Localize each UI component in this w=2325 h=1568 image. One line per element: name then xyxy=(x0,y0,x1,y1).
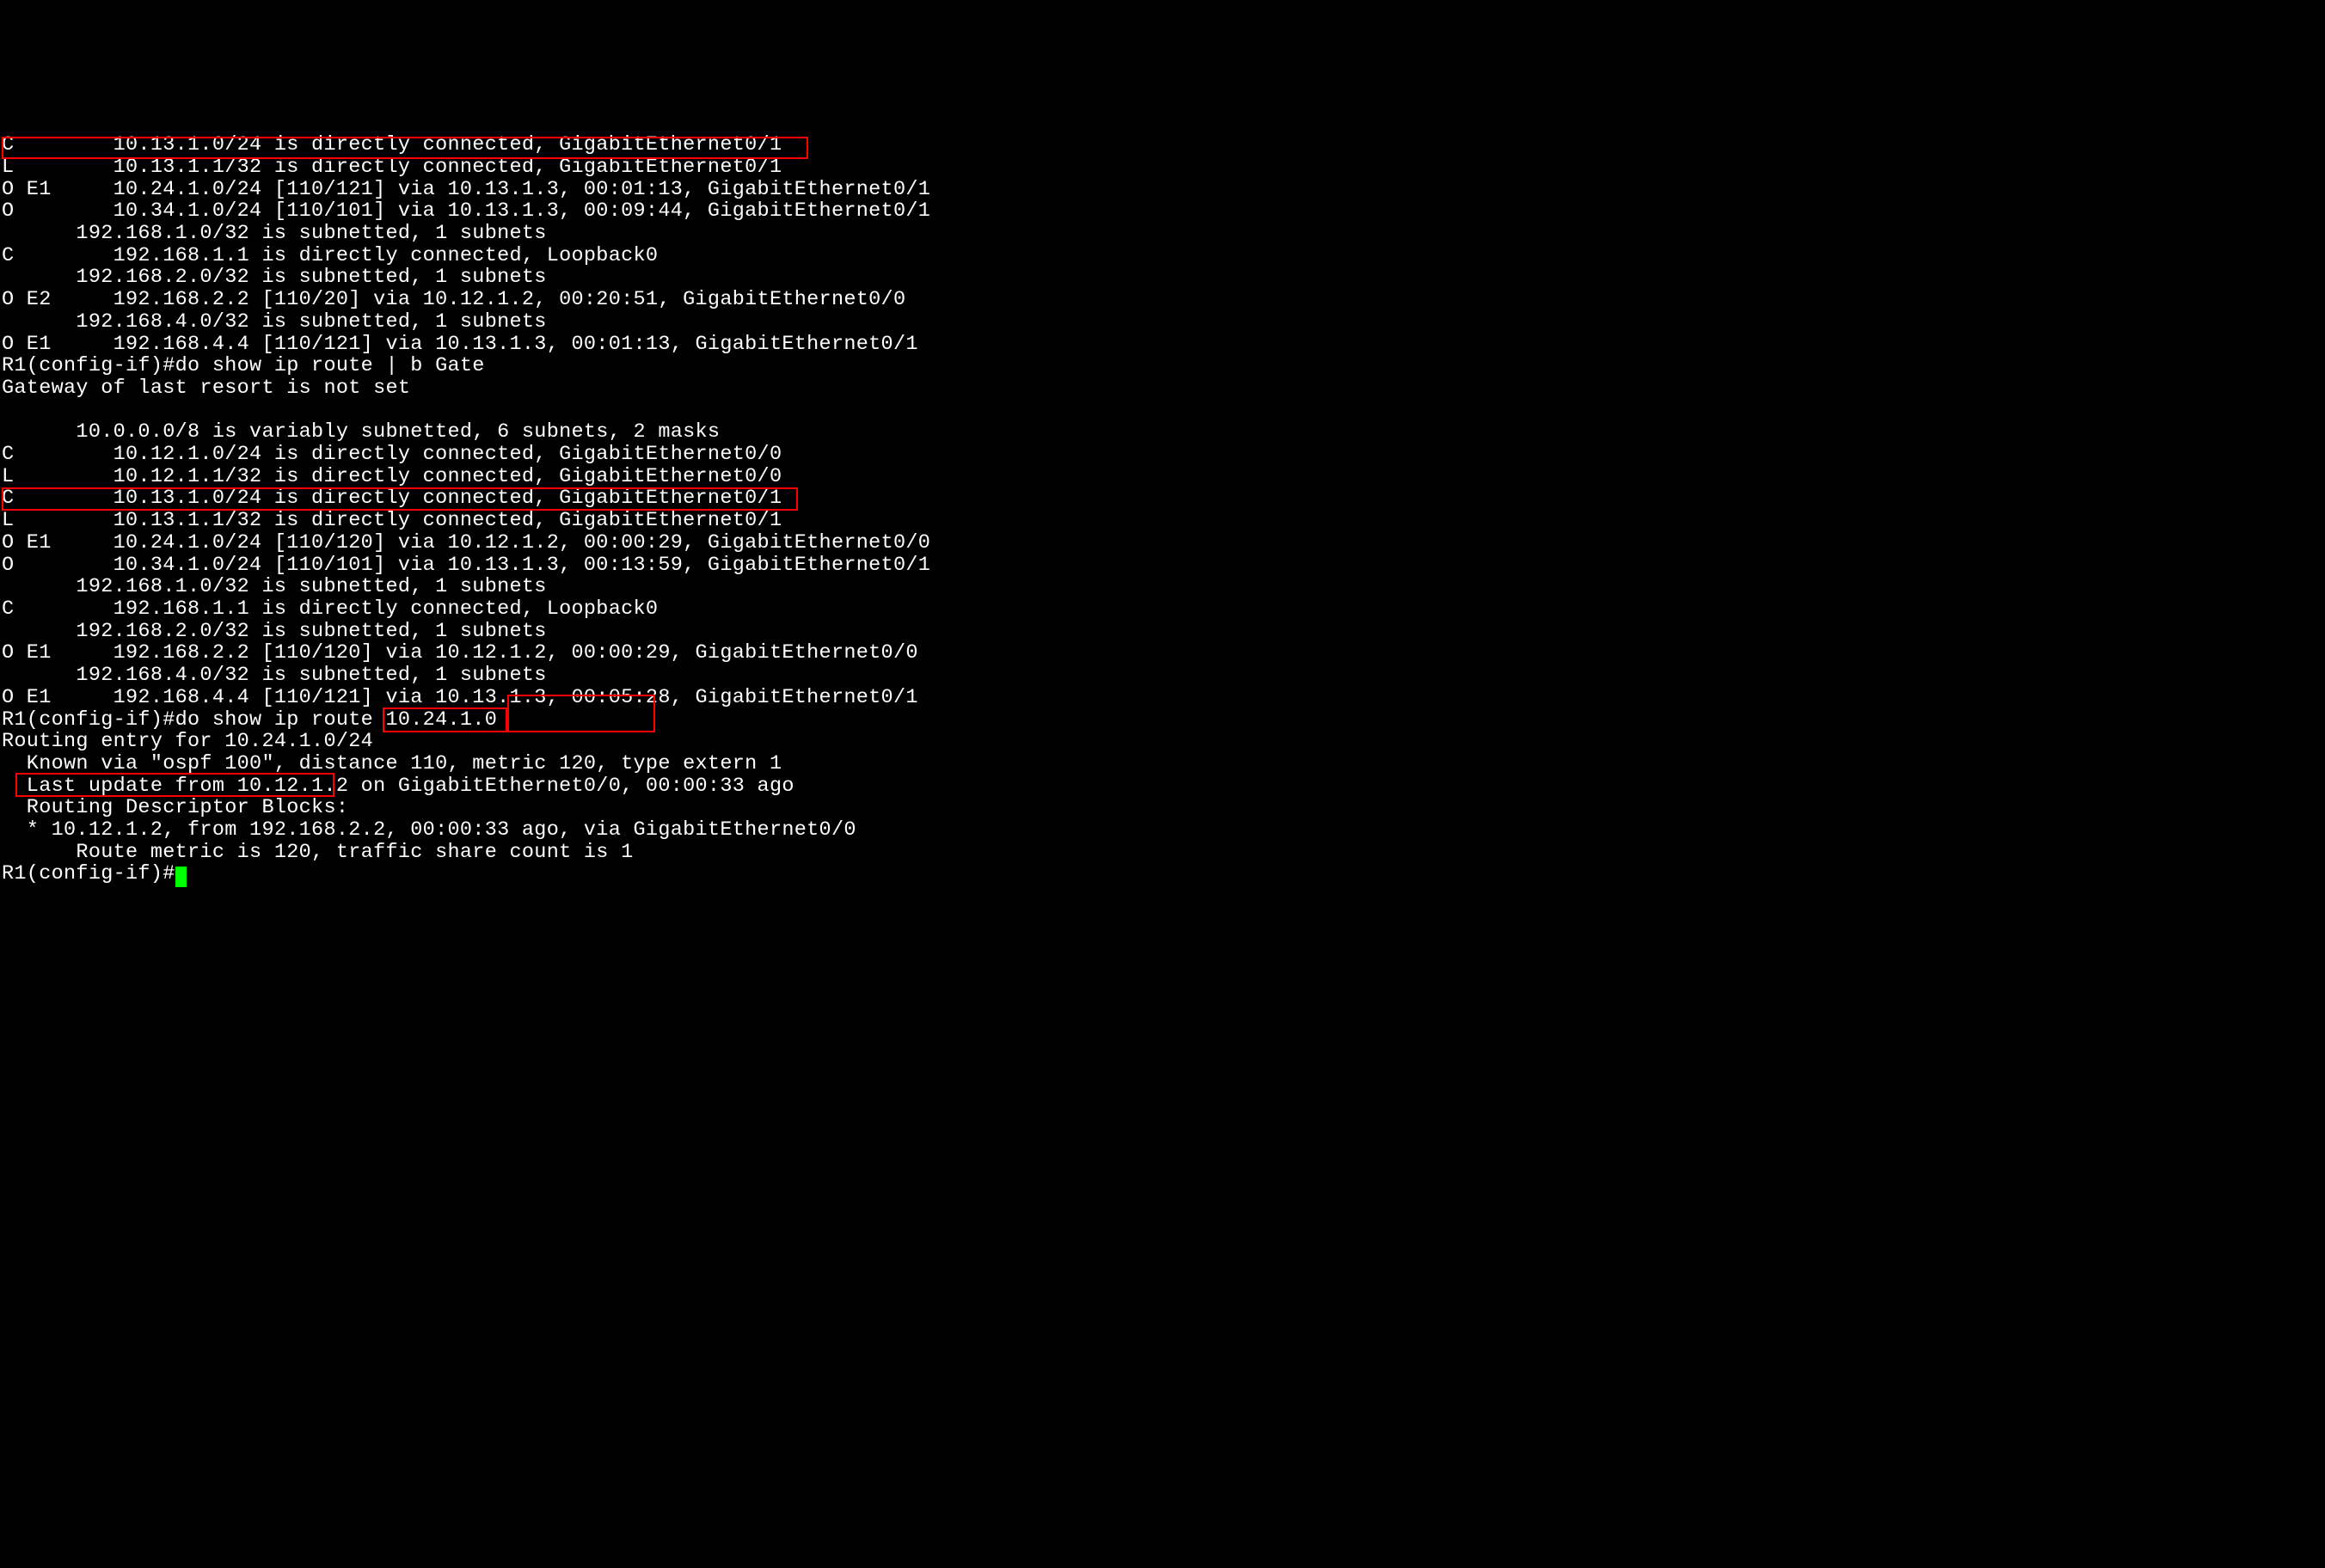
terminal-line-17: L 10.13.1.1/32 is directly connected, Gi… xyxy=(2,510,2323,532)
terminal-line-28: Known via "ospf 100", distance 110, metr… xyxy=(2,753,2323,775)
terminal-line-4: 192.168.1.0/32 is subnetted, 1 subnets xyxy=(2,223,2323,245)
terminal-line-27: Routing entry for 10.24.1.0/24 xyxy=(2,731,2323,753)
terminal-line-9: O E1 192.168.4.4 [110/121] via 10.13.1.3… xyxy=(2,334,2323,356)
terminal-line-24: 192.168.4.0/32 is subnetted, 1 subnets xyxy=(2,665,2323,687)
terminal-line-15: L 10.12.1.1/32 is directly connected, Gi… xyxy=(2,466,2323,488)
terminal-line-14: C 10.12.1.0/24 is directly connected, Gi… xyxy=(2,444,2323,466)
terminal-line-23: O E1 192.168.2.2 [110/120] via 10.12.1.2… xyxy=(2,642,2323,665)
terminal-output[interactable]: C 10.13.1.0/24 is directly connected, Gi… xyxy=(2,90,2323,952)
terminal-line-1: L 10.13.1.1/32 is directly connected, Gi… xyxy=(2,156,2323,179)
terminal-line-7: O E2 192.168.2.2 [110/20] via 10.12.1.2,… xyxy=(2,289,2323,311)
terminal-line-6: 192.168.2.0/32 is subnetted, 1 subnets xyxy=(2,266,2323,289)
terminal-line-18: O E1 10.24.1.0/24 [110/120] via 10.12.1.… xyxy=(2,532,2323,554)
terminal-line-0: C 10.13.1.0/24 is directly connected, Gi… xyxy=(2,134,2323,156)
terminal-line-31: * 10.12.1.2, from 192.168.2.2, 00:00:33 … xyxy=(2,819,2323,842)
terminal-line-2: O E1 10.24.1.0/24 [110/121] via 10.13.1.… xyxy=(2,179,2323,201)
terminal-line-13: 10.0.0.0/8 is variably subnetted, 6 subn… xyxy=(2,421,2323,444)
terminal-line-3: O 10.34.1.0/24 [110/101] via 10.13.1.3, … xyxy=(2,200,2323,223)
terminal-line-8: 192.168.4.0/32 is subnetted, 1 subnets xyxy=(2,311,2323,334)
terminal-line-5: C 192.168.1.1 is directly connected, Loo… xyxy=(2,245,2323,267)
terminal-line-16: C 10.13.1.0/24 is directly connected, Gi… xyxy=(2,487,2323,510)
terminal-line-21: C 192.168.1.1 is directly connected, Loo… xyxy=(2,598,2323,621)
terminal-line-11: Gateway of last resort is not set xyxy=(2,377,2323,400)
terminal-line-29: Last update from 10.12.1.2 on GigabitEth… xyxy=(2,775,2323,798)
terminal-line-12 xyxy=(2,400,2323,422)
terminal-line-26: R1(config-if)#do show ip route 10.24.1.0 xyxy=(2,709,2323,732)
terminal-line-30: Routing Descriptor Blocks: xyxy=(2,797,2323,819)
cursor xyxy=(175,867,187,887)
terminal-line-32: Route metric is 120, traffic share count… xyxy=(2,842,2323,864)
terminal-line-10: R1(config-if)#do show ip route | b Gate xyxy=(2,355,2323,377)
terminal-line-22: 192.168.2.0/32 is subnetted, 1 subnets xyxy=(2,621,2323,643)
terminal-line-33: R1(config-if)# xyxy=(2,863,2323,885)
terminal-line-19: O 10.34.1.0/24 [110/101] via 10.13.1.3, … xyxy=(2,554,2323,577)
terminal-line-20: 192.168.1.0/32 is subnetted, 1 subnets xyxy=(2,576,2323,598)
terminal-line-25: O E1 192.168.4.4 [110/121] via 10.13.1.3… xyxy=(2,687,2323,709)
